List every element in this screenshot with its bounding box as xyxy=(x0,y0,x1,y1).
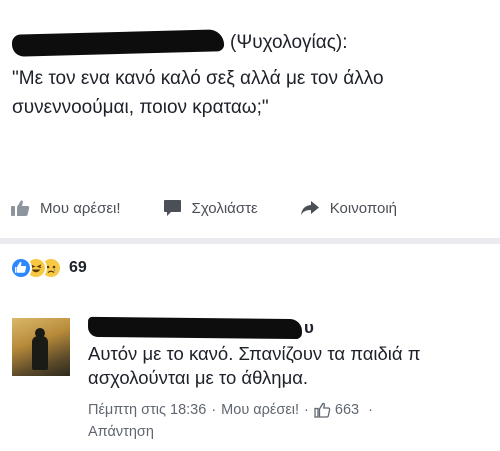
reply-link[interactable]: Απάντηση xyxy=(88,422,500,442)
meta-separator: · xyxy=(368,402,373,418)
meta-separator: · xyxy=(304,402,309,418)
avatar-figure-body xyxy=(32,336,48,370)
reaction-count: 69 xyxy=(69,259,87,276)
post-text-line-1: "Με τον ενα κανό καλό σεξ αλλά με τον άλ… xyxy=(12,68,384,89)
like-label: Μου αρέσει! xyxy=(40,199,121,217)
comment-like-count: 663 xyxy=(334,402,360,418)
redacted-author-name xyxy=(11,29,225,57)
comment-text-line-1: Αυτόν με το κανό. Σπανίζουν τα παιδιά π xyxy=(88,343,421,364)
post-header: (Ψυχολογίας): xyxy=(11,29,492,58)
comment-text: Αυτόν με το κανό. Σπανίζουν τα παιδιά π … xyxy=(88,342,500,390)
thumbs-up-outline-icon xyxy=(314,402,331,418)
group-name[interactable]: (Ψυχολογίας): xyxy=(230,32,348,53)
comment-meta: Πέμπτη στις 18:36 · Μου αρέσει! · 663 · xyxy=(88,400,500,420)
meta-separator: · xyxy=(211,402,217,418)
post-text: "Με τον ενα κανό καλό σεξ αλλά με τον άλ… xyxy=(12,64,482,122)
share-label: Κοινοποιή xyxy=(329,199,398,217)
thumbs-up-icon xyxy=(11,200,30,216)
like-button[interactable]: Μου αρέσει! xyxy=(10,199,121,217)
section-divider xyxy=(0,238,500,244)
comment-like-count-badge[interactable]: 663 xyxy=(314,400,359,420)
post: (Ψυχολογίας): "Με τον ενα κανό καλό σεξ … xyxy=(11,29,492,122)
comment-button[interactable]: Σχολιάστε xyxy=(163,199,258,217)
share-arrow-icon xyxy=(300,201,319,215)
like-reaction-icon xyxy=(10,257,32,279)
comment-bubble-icon xyxy=(163,200,181,216)
commenter-name[interactable]: υ xyxy=(87,316,500,340)
comment-text-line-2: ασχολούνται με το άθλημα. xyxy=(88,367,309,388)
redacted-commenter-name xyxy=(87,316,303,340)
comment-label: Σχολιάστε xyxy=(191,199,258,217)
comment-timestamp[interactable]: Πέμπτη στις 18:36 xyxy=(88,400,206,420)
comment-body: υ Αυτόν με το κανό. Σπανίζουν τα παιδιά … xyxy=(87,316,500,442)
share-button[interactable]: Κοινοποιή xyxy=(300,200,397,217)
comment-like-link[interactable]: Μου αρέσει! xyxy=(221,400,299,420)
reaction-summary[interactable]: 69 xyxy=(10,255,87,281)
post-action-bar: Μου αρέσει! Σχολιάστε Κοινοποιή xyxy=(10,193,500,223)
commenter-avatar[interactable] xyxy=(12,318,70,376)
commenter-name-visible-part: υ xyxy=(304,318,314,337)
facebook-post-screenshot: (Ψυχολογίας): "Με τον ενα κανό καλό σεξ … xyxy=(0,0,500,451)
post-text-line-2: συνεννοούμαι, ποιον κραταω;" xyxy=(12,97,269,118)
